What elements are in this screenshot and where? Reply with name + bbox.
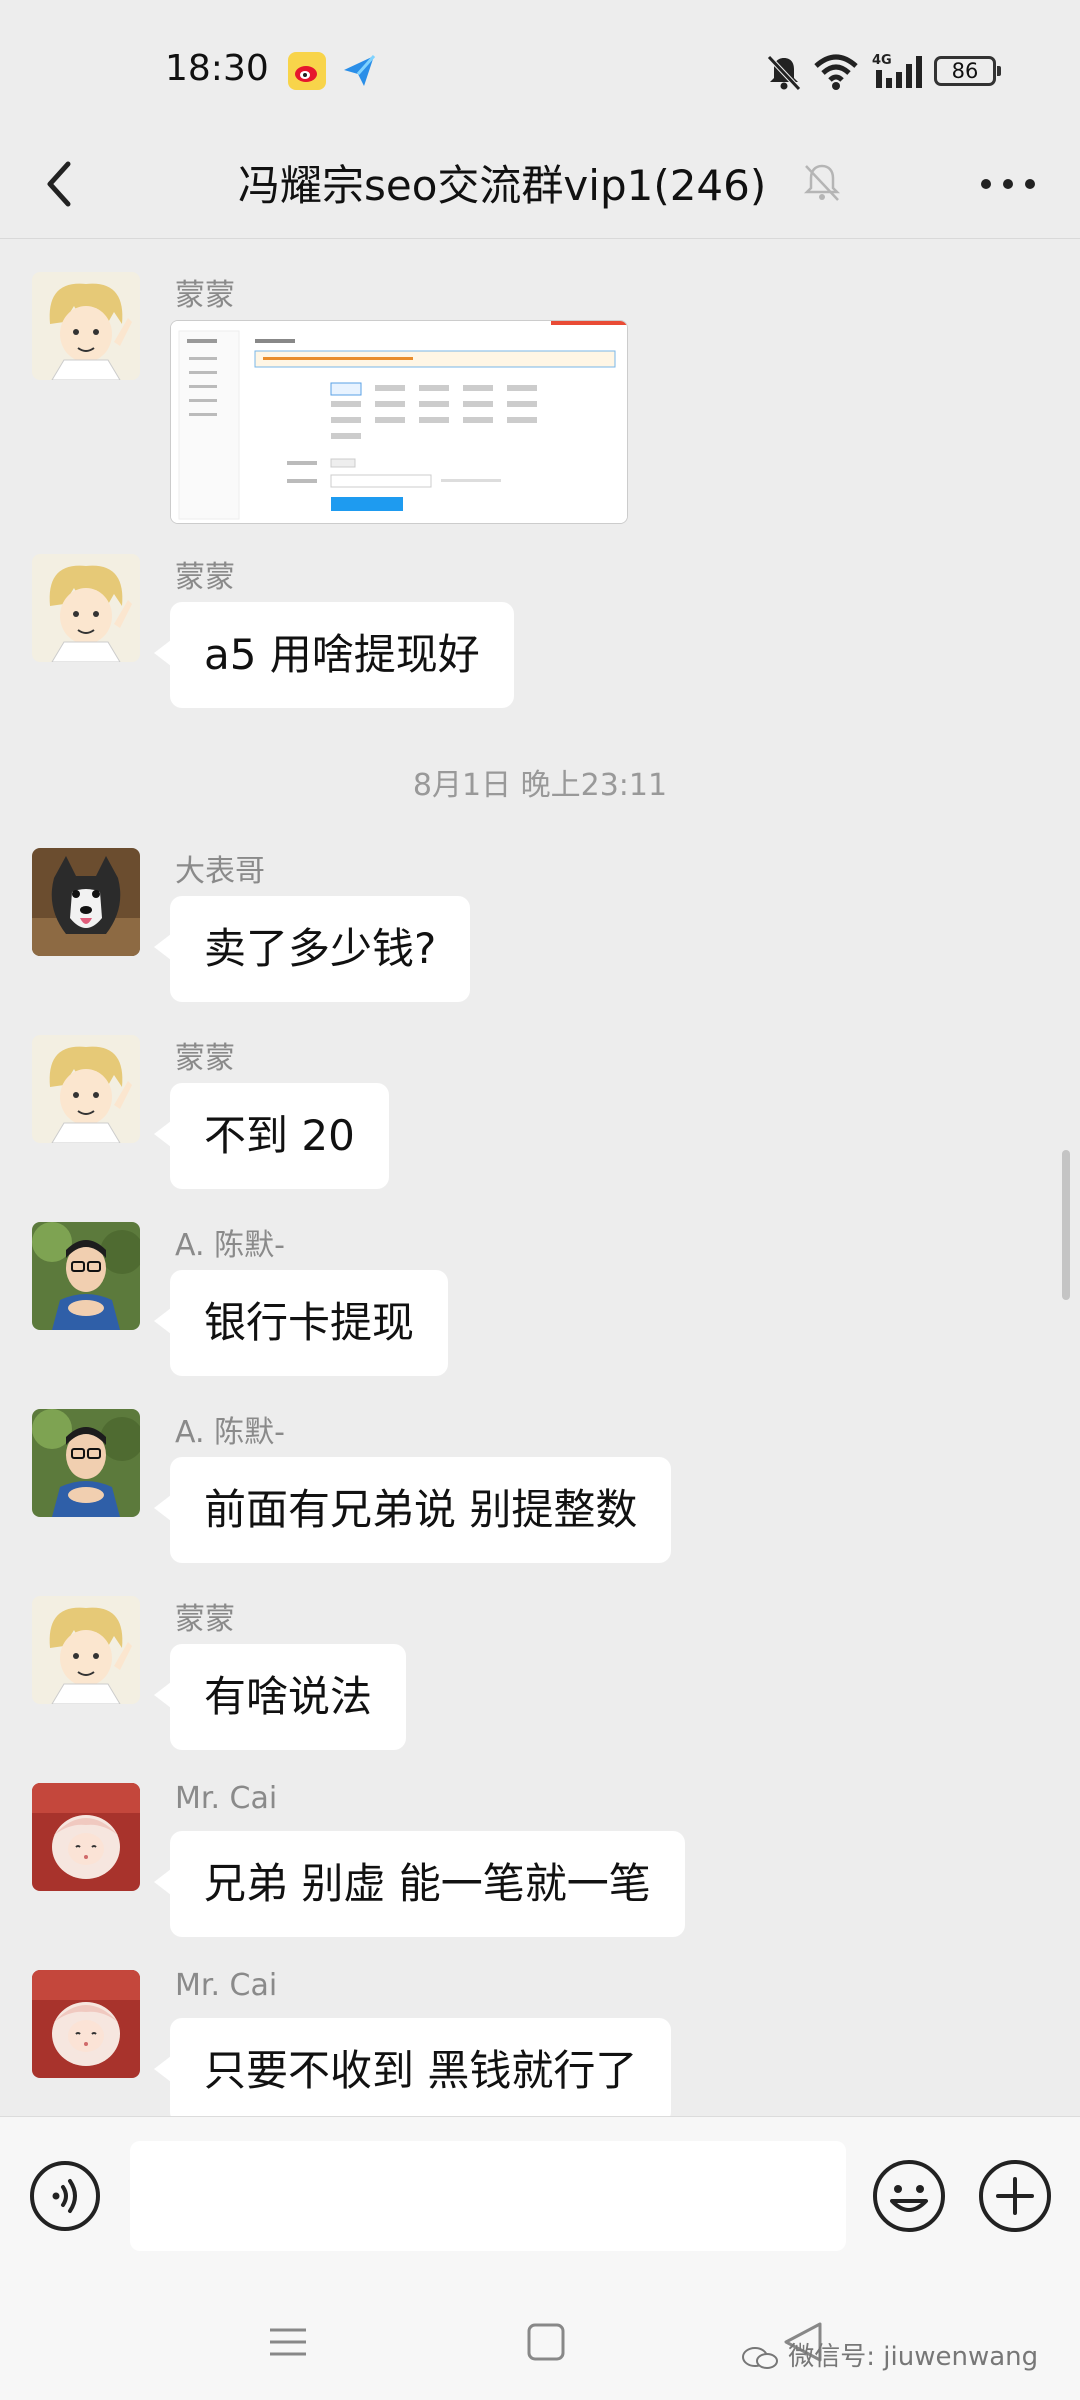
avatar[interactable] [32, 848, 140, 956]
message-input[interactable] [130, 2141, 846, 2251]
message-bubble[interactable]: 不到 20 [154, 1083, 389, 1189]
sender-name: Mr. Cai [175, 1968, 278, 2003]
menu-icon[interactable] [262, 2316, 314, 2368]
sender-name: 蒙蒙 [175, 1041, 235, 1076]
input-bar [0, 2116, 1080, 2287]
network-label: 4G [872, 53, 892, 68]
battery-indicator: 86 [934, 56, 1001, 86]
weibo-icon [288, 52, 326, 90]
message-bubble[interactable]: a5 用啥提现好 [154, 602, 514, 708]
avatar[interactable] [32, 554, 140, 662]
wifi-icon [814, 54, 858, 90]
avatar[interactable] [32, 1409, 140, 1517]
avatar[interactable] [32, 1596, 140, 1704]
mute-icon [767, 55, 801, 91]
plus-icon[interactable] [976, 2157, 1054, 2235]
sender-name: 蒙蒙 [175, 278, 235, 313]
sender-name: 大表哥 [175, 854, 265, 889]
home-icon[interactable] [520, 2316, 572, 2368]
sender-name: Mr. Cai [175, 1781, 278, 1816]
avatar[interactable] [32, 1035, 140, 1143]
sender-name: 蒙蒙 [175, 1602, 235, 1637]
message-bubble[interactable]: 卖了多少钱? [153, 896, 471, 1002]
sender-name: A. 陈默- [175, 1228, 285, 1263]
emoji-icon[interactable] [870, 2157, 948, 2235]
message-bubble[interactable]: 银行卡提现 [153, 1270, 449, 1376]
status-time: 18:30 [165, 48, 269, 89]
screenshot-thumbnail [171, 321, 627, 523]
scrollbar[interactable] [1062, 1150, 1070, 1300]
chat-header: 冯耀宗seo交流群vip1(246) [0, 130, 1080, 239]
image-message[interactable] [170, 320, 628, 524]
more-options-icon[interactable] [972, 158, 1044, 210]
back-arrow-icon[interactable] [32, 146, 92, 222]
sender-name: A. 陈默- [175, 1415, 285, 1450]
avatar[interactable] [32, 1783, 140, 1891]
message-bubble[interactable]: 兄弟 别虚 能一笔就一笔 [154, 1831, 685, 1937]
sender-name: 蒙蒙 [175, 560, 235, 595]
message-bubble[interactable]: 只要不收到 黑钱就行了 [153, 2018, 672, 2116]
avatar[interactable] [32, 1222, 140, 1330]
avatar[interactable] [32, 272, 140, 380]
message-bubble[interactable]: 有啥说法 [153, 1644, 407, 1750]
muted-bell-icon [803, 164, 841, 201]
message-timestamp: 8月1日 晚上23:11 [412, 768, 668, 803]
send-app-icon [344, 55, 376, 86]
watermark: 微信号: jiuwenwang [740, 2336, 1038, 2373]
wechat-logo-icon [740, 2345, 780, 2371]
system-nav-bar: 微信号: jiuwenwang [0, 2286, 1080, 2400]
avatar[interactable] [32, 1970, 140, 2078]
chat-title: 冯耀宗seo交流群vip1(246) [238, 161, 767, 210]
status-bar: 18:30 4G 86 [0, 0, 1080, 130]
watermark-text: 微信号: jiuwenwang [788, 2342, 1039, 2372]
message-bubble[interactable]: 前面有兄弟说 别提整数 [153, 1457, 672, 1563]
message-list[interactable]: 蒙蒙 蒙蒙 a5 用啥提现好 8月1日 晚上23:11 大表哥 卖了多少钱? 蒙… [0, 240, 1080, 2116]
voice-input-icon[interactable] [28, 2159, 102, 2233]
signal-icon: 4G [872, 53, 922, 88]
